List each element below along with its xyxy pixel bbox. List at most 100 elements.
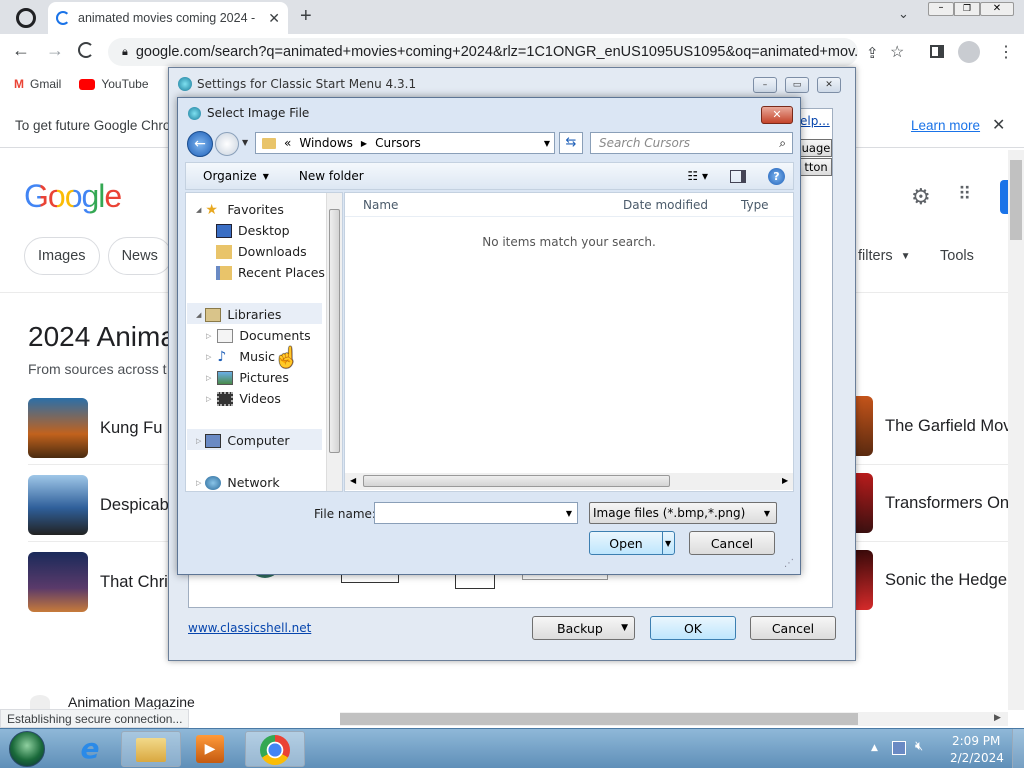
nav-documents[interactable]: ▷ Documents	[206, 325, 311, 346]
scroll-left-icon[interactable]: ◀	[350, 476, 356, 485]
new-tab-button[interactable]: +	[300, 5, 312, 28]
maximize-button[interactable]: ❐	[954, 2, 980, 16]
column-type[interactable]: Type	[741, 198, 769, 212]
chrome-menu-icon[interactable]: ⋮	[998, 42, 1014, 62]
tools-button[interactable]: Tools	[940, 248, 974, 264]
help-link[interactable]: elp...	[800, 114, 830, 128]
bookmark-youtube[interactable]: YouTube	[79, 77, 149, 91]
movie-row-right[interactable]: Transformers One	[853, 473, 1018, 533]
vertical-scrollbar[interactable]	[1008, 150, 1024, 710]
scroll-right-icon[interactable]: ▶	[994, 712, 1001, 723]
backup-button[interactable]: Backup ▼	[532, 616, 635, 640]
nav-favorites[interactable]: ◢ ★ Favorites	[196, 199, 284, 220]
filename-input[interactable]: ▼	[374, 502, 578, 524]
language-tab-fragment[interactable]: uage	[800, 139, 832, 157]
tab-search-icon[interactable]: ⌄	[898, 6, 909, 22]
breadcrumb-dropdown-icon[interactable]: ▼	[544, 139, 550, 148]
settings-maximize-button[interactable]: ▭	[785, 77, 809, 93]
view-options-icon[interactable]: ☷ ▾	[687, 169, 708, 183]
filename-dropdown-icon[interactable]: ▼	[566, 509, 572, 518]
settings-minimize-button[interactable]: –	[753, 77, 777, 93]
settings-gear-icon[interactable]: ⚙	[911, 184, 931, 210]
show-hidden-icons-icon[interactable]: ▲	[871, 743, 878, 753]
breadcrumb-cursors[interactable]: Cursors	[375, 136, 544, 150]
close-window-button[interactable]: ✕	[980, 2, 1014, 16]
nav-libraries[interactable]: ◢ Libraries	[196, 304, 281, 325]
new-folder-button[interactable]: New folder	[299, 169, 364, 183]
nav-computer[interactable]: ▷ Computer	[196, 430, 290, 451]
chrome-taskbar-button[interactable]	[245, 731, 305, 767]
minimize-button[interactable]: –	[928, 2, 954, 16]
forward-icon[interactable]: →	[46, 40, 64, 61]
bookmark-gmail[interactable]: M Gmail	[14, 77, 61, 91]
account-button[interactable]	[1000, 180, 1008, 214]
profile-avatar[interactable]	[958, 41, 980, 63]
open-button[interactable]: Open ▼	[589, 531, 675, 555]
nav-videos[interactable]: ▷ Videos	[206, 388, 281, 409]
chip-images[interactable]: Images	[24, 237, 100, 275]
nav-scroll-thumb[interactable]	[329, 209, 340, 453]
network-tray-icon[interactable]	[892, 741, 906, 755]
chip-news[interactable]: News	[107, 237, 172, 275]
chrome-profile-icon[interactable]	[16, 8, 36, 28]
explorer-taskbar-button[interactable]	[121, 731, 181, 767]
file-scroll-thumb[interactable]	[363, 475, 670, 487]
news-item[interactable]: Animation Magazine	[30, 694, 195, 710]
breadcrumb-windows[interactable]: Windows	[299, 136, 353, 150]
reload-icon[interactable]	[78, 42, 94, 58]
nav-network[interactable]: ▷ Network	[196, 472, 280, 493]
refresh-button[interactable]: ⇆	[559, 132, 583, 154]
start-orb-icon[interactable]	[9, 731, 45, 767]
nav-desktop[interactable]: Desktop	[216, 220, 290, 241]
breadcrumb-overflow[interactable]: «	[284, 136, 291, 150]
dialog-close-button[interactable]: ✕	[761, 106, 793, 124]
resize-grip-icon[interactable]: ⋰	[784, 558, 794, 569]
search-box[interactable]: Search Cursors ⌕	[590, 132, 793, 154]
forward-arrow-button[interactable]	[215, 132, 239, 156]
organize-button[interactable]: Organize ▼	[203, 169, 269, 183]
button-tab-fragment[interactable]: tton	[800, 158, 832, 176]
nav-scrollbar[interactable]	[326, 193, 342, 491]
preview-pane-icon[interactable]	[730, 169, 746, 183]
back-icon[interactable]: ←	[12, 40, 30, 61]
google-logo[interactable]: Google	[24, 178, 122, 215]
clock-time[interactable]: 2:09 PM	[952, 734, 1000, 748]
classicshell-link[interactable]: www.classicshell.net	[188, 621, 311, 635]
nav-downloads[interactable]: Downloads	[216, 241, 307, 262]
breadcrumb-bar[interactable]: « Windows ▶ Cursors ▼	[255, 132, 555, 154]
back-arrow-button[interactable]: ←	[187, 131, 213, 157]
scroll-thumb[interactable]	[1010, 160, 1022, 240]
recent-pages-dropdown-icon[interactable]: ▼	[242, 138, 248, 147]
filters-button[interactable]: filters ▼	[858, 248, 911, 264]
nav-pictures[interactable]: ▷ Pictures	[206, 367, 289, 388]
volume-muted-icon[interactable]: 🔇︎	[915, 739, 923, 754]
settings-close-button[interactable]: ✕	[817, 77, 841, 93]
share-icon[interactable]: ⇪	[866, 44, 879, 62]
infobar-close-icon[interactable]: ✕	[992, 115, 1005, 135]
column-name[interactable]: Name	[363, 198, 623, 212]
cancel-button[interactable]: Cancel	[750, 616, 836, 640]
show-desktop-button[interactable]	[1012, 729, 1024, 768]
address-bar[interactable]: 🔒︎ google.com/search?q=animated+movies+c…	[108, 38, 858, 66]
tab-close-icon[interactable]: ✕	[268, 10, 280, 27]
scroll-right-icon[interactable]: ▶	[782, 476, 788, 485]
nav-music[interactable]: ▷ ♪ Music	[206, 346, 275, 367]
learn-more-link[interactable]: Learn more	[911, 118, 980, 133]
ok-button[interactable]: OK	[650, 616, 736, 640]
open-split-arrow-icon[interactable]: ▼	[662, 532, 671, 554]
dialog-cancel-button[interactable]: Cancel	[689, 531, 775, 555]
movie-row-right[interactable]: The Garfield Mov	[853, 396, 1012, 456]
file-list-hscrollbar[interactable]: ◀ ▶	[345, 473, 793, 490]
side-panel-icon[interactable]	[930, 45, 944, 58]
ie-icon[interactable]: e	[72, 733, 108, 765]
help-icon[interactable]: ?	[768, 167, 785, 185]
column-date-modified[interactable]: Date modified	[623, 198, 741, 212]
apps-grid-icon[interactable]: ⠿	[958, 184, 971, 205]
horizontal-scrollbar[interactable]	[340, 712, 1008, 726]
file-type-select[interactable]: Image files (*.bmp,*.png) ▼	[589, 502, 777, 524]
browser-tab[interactable]: animated movies coming 2024 - ✕	[48, 2, 288, 34]
bookmark-star-icon[interactable]: ☆	[890, 42, 904, 62]
nav-recent-places[interactable]: Recent Places	[216, 262, 325, 283]
scroll-thumb[interactable]	[340, 713, 858, 725]
movie-row-right[interactable]: Sonic the Hedgeh	[853, 550, 1016, 610]
